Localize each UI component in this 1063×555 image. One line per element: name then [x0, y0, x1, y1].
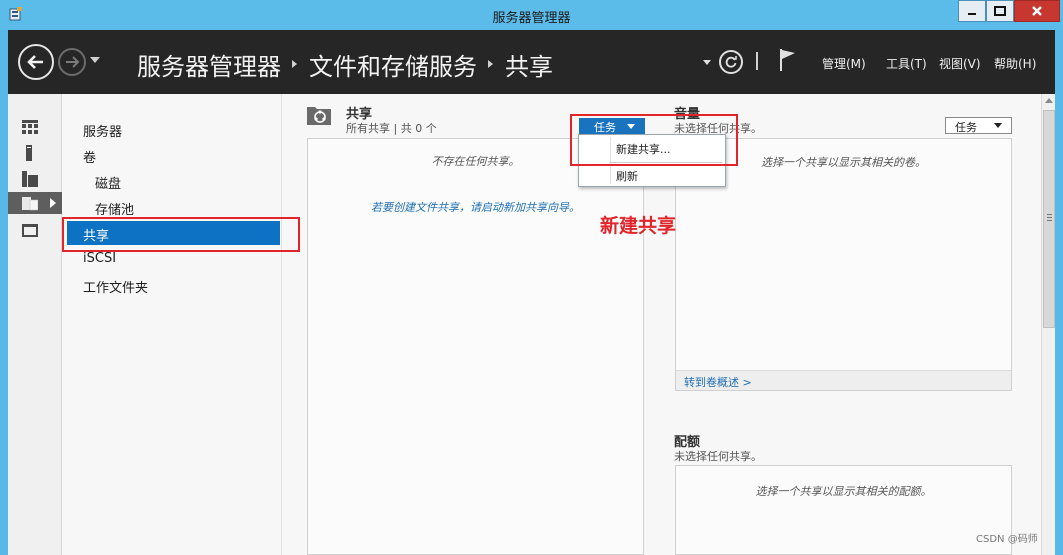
refresh-button[interactable] [719, 50, 743, 74]
close-button[interactable] [1014, 0, 1060, 22]
refresh-icon [725, 56, 737, 68]
sidebar-item-disks[interactable]: 磁盘 [95, 173, 121, 192]
tasks-menu: 新建共享... 刷新 [578, 134, 726, 187]
title-bar: 服务器管理器 [0, 0, 1063, 30]
navigation-bar: 服务器管理器 文件和存储服务 共享 管理(M) 工具(T) 视图(V) 帮助(H… [8, 30, 1055, 94]
maximize-button[interactable] [986, 0, 1014, 22]
annotation-label: 新建共享 [600, 215, 677, 237]
menu-item-new-share[interactable]: 新建共享... [616, 141, 671, 157]
close-icon [1032, 6, 1042, 16]
sidebar-item-work-folders[interactable]: 工作文件夹 [83, 277, 148, 296]
back-button[interactable] [18, 44, 54, 80]
dashboard-icon [22, 120, 38, 134]
breadcrumb-separator-icon [292, 60, 297, 68]
menu-gutter [610, 137, 611, 184]
shares-section-icon [307, 107, 331, 125]
volume-message: 选择一个共享以显示其相关的卷。 [761, 156, 926, 169]
chevron-down-icon [994, 123, 1002, 128]
menu-item-refresh[interactable]: 刷新 [616, 168, 638, 184]
breadcrumb-shares: 共享 [505, 53, 553, 81]
all-servers-nav[interactable] [8, 168, 62, 190]
icon-sidebar [8, 94, 62, 555]
shares-tasks-dropdown[interactable]: 任务 [579, 118, 645, 134]
breadcrumb-file-storage[interactable]: 文件和存储服务 [309, 47, 477, 82]
goto-volumes-link[interactable]: 转到卷概述 > [684, 374, 752, 390]
menu-manage[interactable]: 管理(M) [822, 55, 866, 72]
sidebar-item-shares[interactable]: 共享 [67, 221, 280, 245]
quota-panel[interactable]: 选择一个共享以显示其相关的配额。 [675, 465, 1012, 555]
volume-tasks-label: 任务 [955, 121, 977, 134]
sidebar-item-servers[interactable]: 服务器 [83, 121, 122, 140]
quota-subtitle: 未选择任何共享。 [674, 450, 762, 463]
menu-view[interactable]: 视图(V) [939, 55, 981, 72]
quota-message: 选择一个共享以显示其相关的配额。 [755, 485, 932, 498]
menu-tools[interactable]: 工具(T) [886, 55, 927, 72]
dashboard-nav[interactable] [8, 116, 62, 138]
breadcrumb-server-manager[interactable]: 服务器管理器 [137, 47, 281, 82]
grip-line [1047, 217, 1052, 218]
iis-nav[interactable] [8, 220, 62, 242]
breadcrumb-dropdown-icon[interactable] [703, 60, 711, 65]
vertical-scrollbar[interactable] [1041, 94, 1055, 555]
shares-tasks-label: 任务 [594, 121, 616, 134]
scroll-up-icon[interactable] [1045, 98, 1053, 103]
server-icon [26, 145, 32, 161]
minimize-button[interactable] [958, 0, 986, 22]
shares-subtitle: 所有共享 | 共 0 个 [346, 122, 437, 135]
volume-footer: 转到卷概述 > [676, 370, 1011, 390]
file-storage-icon [22, 197, 38, 211]
servers-icon [22, 171, 38, 187]
watermark: CSDN @码师 [976, 534, 1038, 545]
scrollbar-thumb[interactable] [1043, 110, 1055, 328]
chevron-down-icon [627, 124, 635, 129]
arrow-left-icon [27, 55, 43, 69]
grip-line [1047, 214, 1052, 215]
new-share-wizard-link[interactable]: 若要创建文件共享，请启动新加共享向导。 [308, 199, 643, 215]
shares-list-panel[interactable]: 不存在任何共享。 若要创建文件共享，请启动新加共享向导。 [307, 138, 644, 555]
sidebar-item-shares-label: 共享 [83, 229, 110, 244]
history-dropdown-icon[interactable] [90, 57, 100, 63]
grip-line [1047, 220, 1052, 221]
notifications-flag-icon[interactable] [778, 47, 798, 73]
sidebar-item-iscsi[interactable]: iSCSI [83, 251, 116, 266]
side-navigation: 服务器 卷 磁盘 存储池 共享 iSCSI 工作文件夹 [63, 94, 282, 555]
volume-tasks-dropdown[interactable]: 任务 [945, 117, 1012, 134]
minimize-icon [968, 13, 976, 15]
content-area: 服务器 卷 磁盘 存储池 共享 iSCSI 工作文件夹 共享 所有共享 | 共 … [8, 94, 1055, 555]
sidebar-item-volumes[interactable]: 卷 [83, 147, 96, 166]
arrow-right-icon [66, 56, 80, 68]
nav-divider [756, 52, 758, 70]
expand-arrow-icon [50, 198, 56, 208]
window-title: 服务器管理器 [492, 11, 571, 26]
breadcrumb-separator-icon [488, 60, 493, 68]
window-icon [22, 224, 38, 237]
maximize-icon [994, 6, 1006, 16]
local-server-nav[interactable] [8, 142, 62, 164]
menu-help[interactable]: 帮助(H) [994, 55, 1036, 72]
server-manager-window: 服务器管理器 服务器管理器 文件和存储服务 共享 管理(M) 工具(T) 视图(… [0, 0, 1063, 555]
menu-separator [609, 162, 722, 163]
sidebar-item-storage-pools[interactable]: 存储池 [95, 199, 134, 218]
forward-button[interactable] [58, 48, 86, 76]
file-storage-nav[interactable] [8, 192, 62, 214]
